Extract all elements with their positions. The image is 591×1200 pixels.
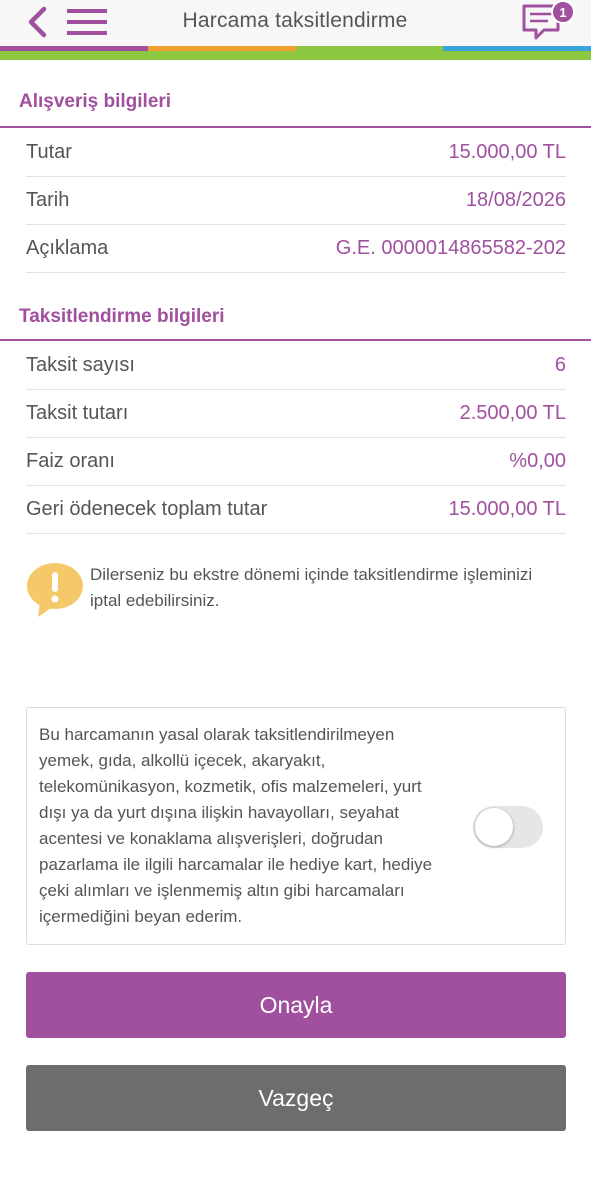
row-value: %0,00	[509, 450, 566, 472]
info-row-installment-count: Taksit sayısı 6	[26, 342, 566, 390]
declaration-box: Bu harcamanın yasal olarak taksitlendiri…	[26, 707, 566, 945]
declaration-text: Bu harcamanın yasal olarak taksitlendiri…	[39, 725, 433, 926]
exclamation-bubble-icon	[27, 563, 83, 617]
row-label: Tutar	[26, 141, 72, 163]
app-header: Harcama taksitlendirme 1	[0, 0, 591, 46]
row-label: Açıklama	[26, 237, 109, 259]
hamburger-menu-icon	[67, 9, 107, 35]
row-value: 18/08/2026	[465, 189, 566, 211]
info-row-installment-amount: Taksit tutarı 2.500,00 TL	[26, 390, 566, 438]
info-row-description: Açıklama G.E. 0000014865582-202	[26, 225, 566, 273]
back-button[interactable]	[22, 4, 52, 40]
info-row-amount: Tutar 15.000,00 TL	[26, 129, 566, 177]
shopping-section-title: Alışveriş bilgileri	[19, 91, 172, 112]
row-label: Faiz oranı	[26, 450, 115, 472]
green-bar	[0, 51, 591, 60]
section-divider	[0, 126, 591, 128]
declaration-toggle[interactable]	[473, 806, 543, 848]
info-row-date: Tarih 18/08/2026	[26, 177, 566, 225]
info-row-interest-rate: Faiz oranı %0,00	[26, 438, 566, 486]
menu-button[interactable]	[66, 6, 108, 38]
row-value: 15.000,00 TL	[448, 141, 566, 163]
info-text: Dilerseniz bu ekstre dönemi içinde taksi…	[90, 565, 533, 610]
row-label: Geri ödenecek toplam tutar	[26, 498, 268, 520]
row-value: 6	[554, 354, 566, 376]
section-divider	[0, 339, 591, 341]
row-label: Tarih	[26, 189, 70, 211]
info-row-total-amount: Geri ödenecek toplam tutar 15.000,00 TL	[26, 486, 566, 534]
info-note: Dilerseniz bu ekstre dönemi içinde taksi…	[26, 560, 566, 620]
row-label: Taksit tutarı	[26, 402, 129, 424]
chevron-left-icon	[28, 6, 47, 38]
cancel-button[interactable]: Vazgeç	[26, 1065, 566, 1131]
row-value: 2.500,00 TL	[459, 402, 566, 424]
row-value: 15.000,00 TL	[448, 498, 566, 520]
toggle-knob	[475, 808, 513, 846]
row-value: G.E. 0000014865582-202	[335, 237, 566, 259]
installment-section-title: Taksitlendirme bilgileri	[19, 306, 225, 327]
notification-badge: 1	[551, 0, 575, 24]
row-label: Taksit sayısı	[26, 354, 135, 376]
page-title: Harcama taksitlendirme	[182, 9, 408, 32]
confirm-button[interactable]: Onayla	[26, 972, 566, 1038]
